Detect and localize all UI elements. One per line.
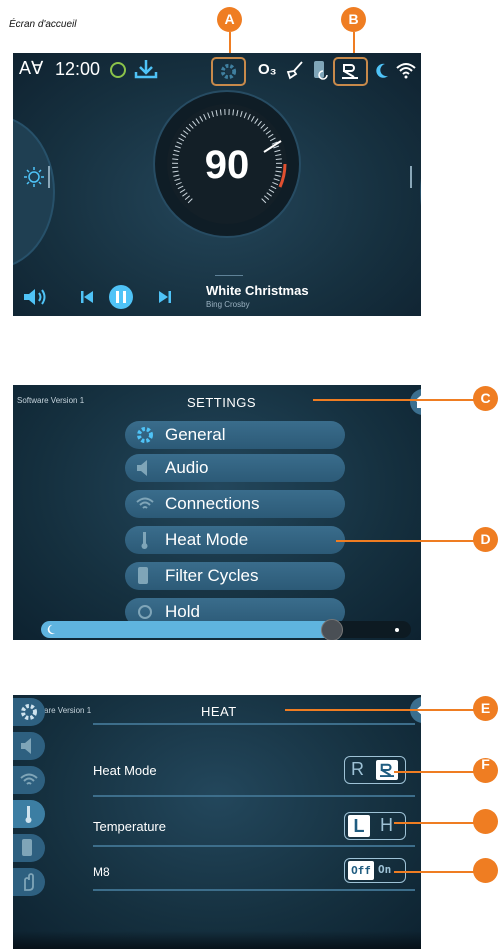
left-dial-divider xyxy=(48,166,50,188)
filter-icon xyxy=(22,839,32,856)
clock-time: 12:00 xyxy=(55,59,101,79)
home-screen: A∀ 12:00 O₃ 90 White Christmas Bing Cros… xyxy=(13,53,421,316)
software-version: Software Version 1 xyxy=(17,396,85,405)
gear-icon xyxy=(137,427,153,443)
callout-marker-g xyxy=(473,809,498,834)
callout-marker-a: A xyxy=(217,7,242,32)
heat-mode-ready-icon xyxy=(342,64,358,79)
heat-mode-ready-icon xyxy=(380,763,394,777)
brightness-a-icon[interactable]: A∀ xyxy=(19,58,43,79)
dial-tick xyxy=(172,158,179,160)
dial-tick xyxy=(275,158,282,160)
pause-button[interactable] xyxy=(109,285,133,309)
home-icon xyxy=(415,395,421,408)
song-title: White Christmas xyxy=(206,283,309,298)
heat-title: HEAT xyxy=(201,704,237,719)
page-caption: Écran d'accueil xyxy=(9,19,77,30)
left-light-dial[interactable] xyxy=(13,115,55,269)
wifi-icon xyxy=(136,497,154,509)
current-temperature: 90 xyxy=(204,143,250,187)
callout-marker-c: C xyxy=(473,386,498,411)
callout-leader-d xyxy=(336,540,491,542)
menu-filter-cycles[interactable]: Filter Cycles xyxy=(125,562,345,590)
sun-dot-icon xyxy=(395,628,399,632)
right-jets-dial[interactable] xyxy=(420,115,421,269)
temperature-option-high[interactable]: H xyxy=(380,815,393,836)
callout-leader-c xyxy=(313,399,491,401)
gear-icon xyxy=(21,704,37,720)
download-icon[interactable] xyxy=(133,58,159,80)
ozone-indicator: O₃ xyxy=(258,61,277,78)
media-divider xyxy=(215,275,243,276)
callout-marker-h xyxy=(473,858,498,883)
speaker-icon xyxy=(21,738,31,754)
m8-option-off-selected[interactable]: Off xyxy=(348,861,374,880)
temperature-label: Temperature xyxy=(93,819,166,834)
dial-tick xyxy=(232,109,235,116)
thermometer-icon xyxy=(141,532,148,549)
heat-screen: Software Version 1 HEAT Heat Mode R Temp… xyxy=(13,695,421,949)
row-separator xyxy=(93,845,415,847)
filter-icon xyxy=(314,61,328,80)
menu-audio-label: Audio xyxy=(165,458,209,477)
heat-mode-label: Heat Mode xyxy=(93,763,157,778)
unlock-icon[interactable] xyxy=(420,58,421,80)
wifi-icon xyxy=(396,63,416,79)
right-dial-divider xyxy=(410,166,412,188)
next-track-icon[interactable] xyxy=(157,289,173,305)
menu-connections-label: Connections xyxy=(165,494,260,513)
light-sun-icon xyxy=(24,167,44,187)
callout-marker-b: B xyxy=(341,7,366,32)
settings-title: SETTINGS xyxy=(187,395,257,410)
brightness-slider-fill xyxy=(41,621,333,638)
hand-icon xyxy=(138,605,152,619)
power-icon[interactable] xyxy=(110,62,126,78)
row-separator xyxy=(93,723,415,725)
song-artist: Bing Crosby xyxy=(206,300,250,309)
moon-icon xyxy=(47,624,56,635)
temperature-option-low-selected[interactable]: L xyxy=(348,815,370,837)
menu-hold-label: Hold xyxy=(165,602,200,621)
wifi-icon xyxy=(20,773,38,785)
heat-mode-option-r[interactable]: R xyxy=(351,759,364,780)
row-separator xyxy=(93,795,415,797)
menu-general-label: General xyxy=(165,425,226,444)
dial-tick xyxy=(219,109,222,116)
menu-general[interactable]: General xyxy=(125,421,345,449)
cleaning-brush-icon xyxy=(286,61,303,80)
m8-label: M8 xyxy=(93,865,110,879)
m8-option-on[interactable]: On xyxy=(378,863,391,876)
menu-connections[interactable]: Connections xyxy=(125,490,345,518)
hand-icon xyxy=(24,873,34,891)
volume-icon[interactable] xyxy=(22,286,50,308)
menu-heat-mode-label: Heat Mode xyxy=(165,530,249,549)
thermometer-icon xyxy=(25,806,32,823)
row-separator xyxy=(93,889,415,891)
brightness-slider-knob[interactable] xyxy=(321,619,343,640)
gear-icon xyxy=(220,63,237,80)
pause-icon xyxy=(116,291,119,303)
settings-screen: Software Version 1 SETTINGS General Audi… xyxy=(13,385,421,640)
filter-icon xyxy=(138,567,148,584)
moon-icon xyxy=(376,63,388,78)
speaker-icon xyxy=(137,460,147,476)
menu-audio[interactable]: Audio xyxy=(125,454,345,482)
callout-leader-e xyxy=(285,709,491,711)
bottom-fade xyxy=(13,931,421,949)
callout-marker-e: E xyxy=(473,696,498,721)
callout-marker-f: F xyxy=(473,757,498,783)
menu-heat-mode[interactable]: Heat Mode xyxy=(125,526,345,554)
menu-filter-cycles-label: Filter Cycles xyxy=(165,566,259,585)
callout-marker-d: D xyxy=(473,527,498,552)
previous-track-icon[interactable] xyxy=(79,289,95,305)
